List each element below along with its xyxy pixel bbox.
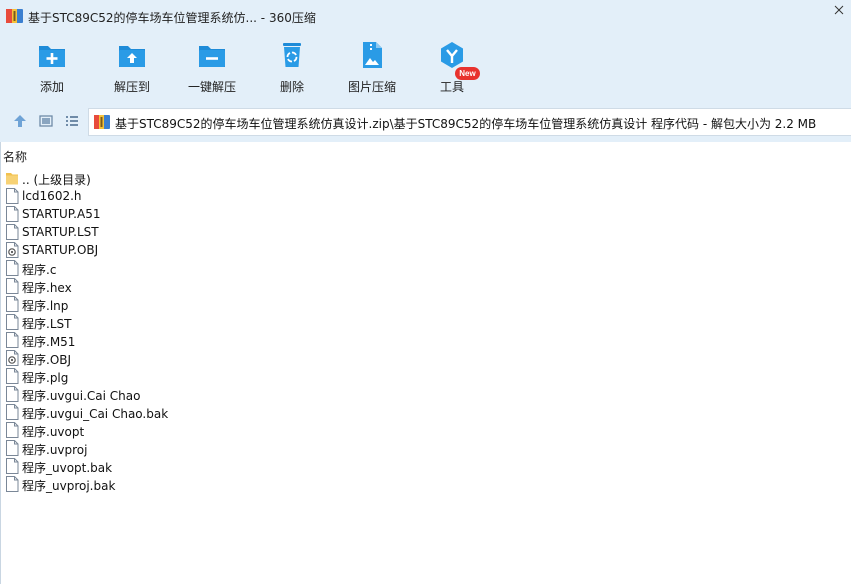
file-icon [6,206,19,222]
file-name: 程序_uvopt.bak [22,461,113,475]
file-icon [6,404,19,420]
file-icon [6,278,19,294]
delete-label: 删除 [279,80,304,94]
list-item[interactable]: 程序.uvproj [1,439,301,457]
file-name: 程序.plg [22,371,69,385]
file-icon [6,422,19,438]
list-item[interactable]: 程序.uvopt [1,421,301,439]
file-name: 程序.lnp [22,299,69,313]
list-view-icon[interactable] [63,112,81,130]
tools-label: 工具 [439,80,464,94]
add-icon [39,46,65,67]
zip-archive-icon [94,115,110,129]
address-field[interactable]: 基于STC89C52的停车场车位管理系统仿真设计.zip\基于STC89C52的… [88,108,851,136]
file-icon [6,224,19,240]
tools-button[interactable]: 工具 [412,34,492,102]
file-name: STARTUP.A51 [22,207,101,221]
file-list: 名称 .. (上级目录) lcd1602.h STARTUP.A51 STARTUP.… [0,142,851,584]
extract-to-label: 解压到 [113,80,150,94]
list-item[interactable]: 程序.M51 [1,331,301,349]
file-icon [6,260,19,276]
close-icon[interactable] [830,1,851,23]
object-file-icon [6,350,19,366]
list-item[interactable]: 程序_uvproj.bak [1,475,301,493]
file-name: .. (上级目录) [22,173,91,187]
list-item[interactable]: 程序.plg [1,367,301,385]
file-name: 程序.c [22,263,57,277]
thumbnail-view-icon[interactable] [37,112,55,130]
list-item[interactable]: 程序.OBJ [1,349,301,367]
image-compress-button[interactable]: 图片压缩 [332,34,412,102]
image-compress-label: 图片压缩 [347,80,396,94]
file-name: STARTUP.LST [22,225,99,239]
extract-to-icon [119,46,145,67]
list-item[interactable]: 程序.c [1,259,301,277]
file-icon [6,458,19,474]
file-icon [6,368,19,384]
delete-button[interactable]: 删除 [252,34,332,102]
file-name: 程序.uvproj [22,443,88,457]
file-name: 程序.uvopt [22,425,85,439]
list-item[interactable]: 程序.hex [1,277,301,295]
extract-to-button[interactable]: 解压到 [92,34,172,102]
file-name: 程序.uvgui_Cai Chao.bak [22,407,169,421]
file-icon [6,386,19,402]
list-item[interactable]: 程序.LST [1,313,301,331]
file-name: 程序.LST [22,317,72,331]
one-click-extract-button[interactable]: 一键解压 [172,34,252,102]
list-item[interactable]: .. (上级目录) [1,169,301,187]
file-name: STARTUP.OBJ [22,243,99,257]
file-icon [6,440,19,456]
image-compress-icon [363,42,382,68]
list-item[interactable]: STARTUP.A51 [1,205,301,223]
file-name: 程序.hex [22,281,72,295]
file-icon [6,188,19,204]
list-item[interactable]: 程序.uvgui_Cai Chao.bak [1,403,301,421]
app-archive-icon [6,9,23,23]
main-toolbar: 添加 解压到 一键解压 删除 图片压缩 工具 New [0,34,851,102]
list-item[interactable]: 程序_uvopt.bak [1,457,301,475]
list-item[interactable]: 程序.uvgui.Cai Chao [1,385,301,403]
file-icon [6,476,19,492]
object-file-icon [6,242,19,258]
list-item[interactable]: STARTUP.LST [1,223,301,241]
up-arrow-icon[interactable] [11,112,29,130]
address-bar: 基于STC89C52的停车场车位管理系统仿真设计.zip\基于STC89C52的… [0,102,851,142]
tools-icon [441,42,463,68]
delete-icon [283,43,301,67]
window-title: 基于STC89C52的停车场车位管理系统仿... - 360压缩 [28,11,316,25]
file-icon [6,314,19,330]
add-label: 添加 [39,80,64,94]
file-icon [6,332,19,348]
one-click-extract-icon [199,46,225,67]
name-column-header[interactable]: 名称 [3,148,27,165]
file-name: 程序.OBJ [22,353,72,367]
file-name: 程序.uvgui.Cai Chao [22,389,141,403]
new-badge: New [455,67,480,80]
add-button[interactable]: 添加 [12,34,92,102]
list-item[interactable]: STARTUP.OBJ [1,241,301,259]
file-name: 程序.M51 [22,335,76,349]
file-icon [6,296,19,312]
file-name: lcd1602.h [22,189,82,203]
title-bar: 基于STC89C52的停车场车位管理系统仿... - 360压缩 [0,0,851,34]
address-path: 基于STC89C52的停车场车位管理系统仿真设计.zip\基于STC89C52的… [115,117,817,131]
file-name: 程序_uvproj.bak [22,479,116,493]
list-item[interactable]: 程序.lnp [1,295,301,313]
list-item[interactable]: lcd1602.h [1,187,301,205]
one-click-extract-label: 一键解压 [187,80,236,94]
folder-icon [6,173,18,185]
